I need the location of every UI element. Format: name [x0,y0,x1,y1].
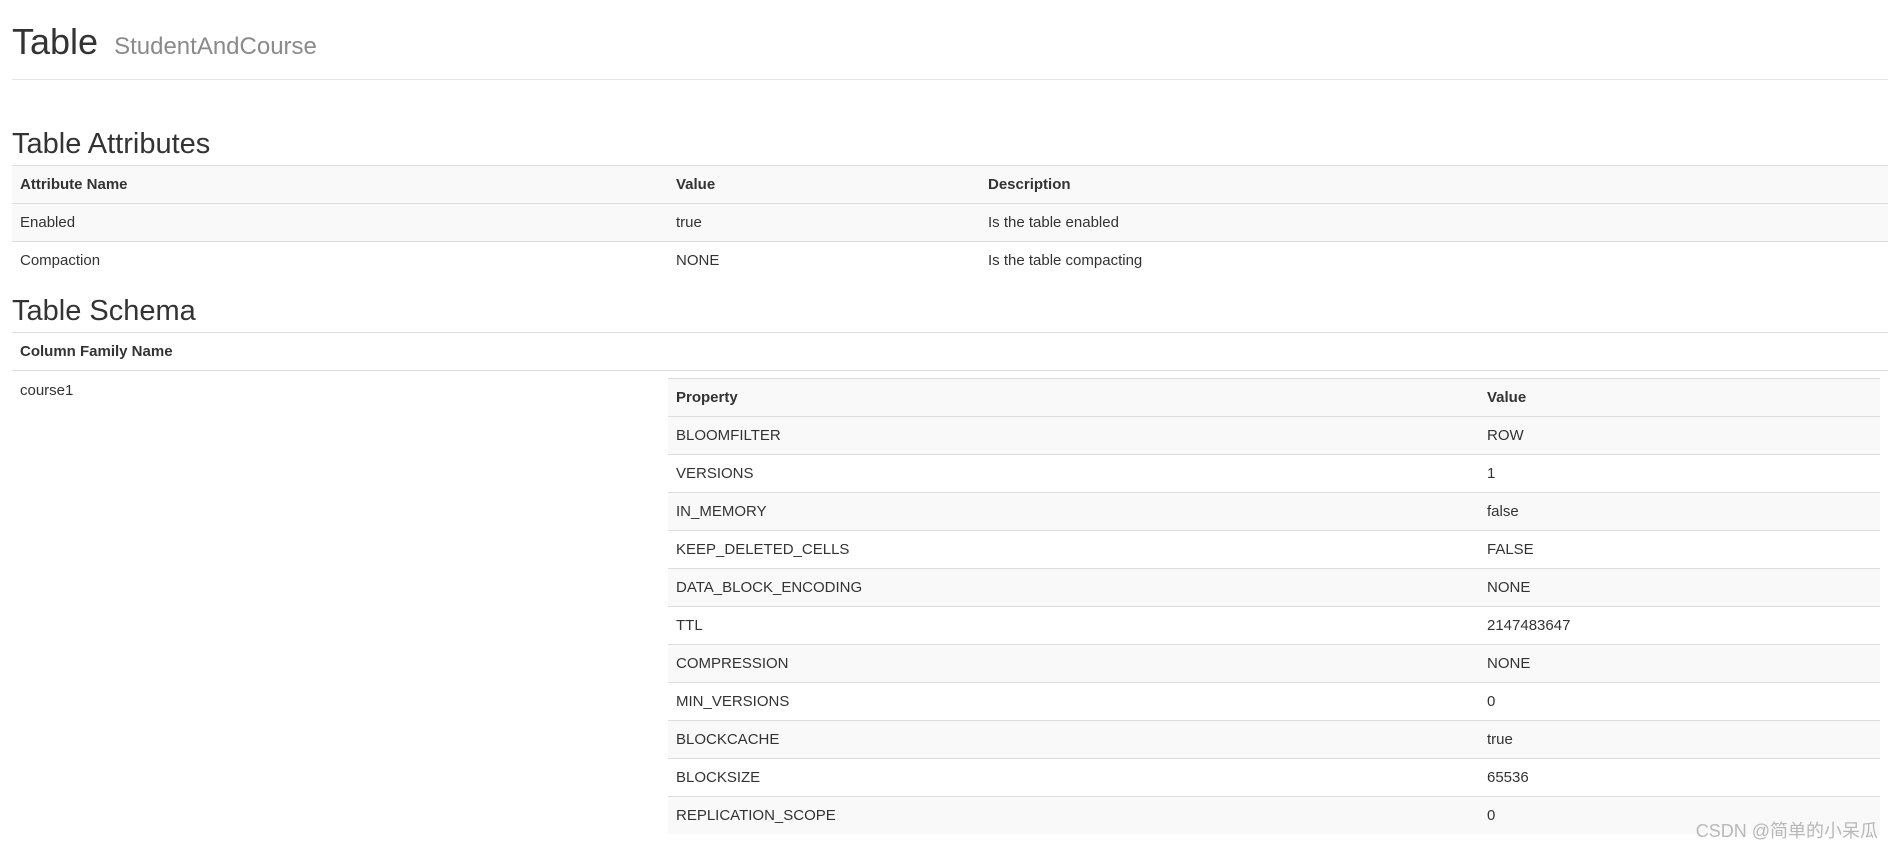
table-header-row: Column Family Name [12,331,1888,371]
column-family-properties-cell: Property Value BLOOMFILTER ROW VERSIONS 1 IN… [668,369,1888,834]
table-schema: Column Family Name course1 Property Valu… [12,331,1888,834]
table-row: BLOOMFILTER ROW [668,415,1880,454]
properties-table: Property Value BLOOMFILTER ROW VERSIONS 1 IN… [668,377,1880,834]
table-header-row: Attribute Name Value Description [12,165,1888,204]
page: Table StudentAndCourse Table Attributes … [0,0,1892,855]
property-value-cell: false [1479,491,1880,530]
table-row: COMPRESSION NONE [668,643,1880,682]
column-header-property: Property [668,377,1479,417]
column-family-row: course1 Property Value BLOOMFILTER ROW VER… [12,369,1888,834]
table-row: MIN_VERSIONS 0 [668,681,1880,720]
property-value-cell: NONE [1479,643,1880,682]
property-name-cell: BLOCKSIZE [668,757,1479,796]
page-title-main: Table [12,21,99,62]
property-name-cell: DATA_BLOCK_ENCODING [668,567,1479,606]
column-header-value: Value [1479,377,1880,417]
property-value-cell: ROW [1479,415,1880,454]
table-row: KEEP_DELETED_CELLS FALSE [668,529,1880,568]
property-name-cell: COMPRESSION [668,643,1479,682]
table-row: BLOCKSIZE 65536 [668,757,1880,796]
table-row: VERSIONS 1 [668,453,1880,492]
property-name-cell: MIN_VERSIONS [668,681,1479,720]
attribute-name-cell: Enabled [12,203,668,242]
property-value-cell: NONE [1479,567,1880,606]
attribute-value-cell: NONE [668,241,980,280]
property-name-cell: TTL [668,605,1479,644]
table-row: BLOCKCACHE true [668,719,1880,758]
column-header-description: Description [980,165,1888,204]
watermark-text: CSDN @简单的小呆瓜 [1695,821,1878,841]
page-title: Table StudentAndCourse [12,22,1888,67]
table-row: Enabled true Is the table enabled [12,203,1888,242]
page-header: Table StudentAndCourse [12,0,1888,80]
table-schema-heading: Table Schema [12,294,196,327]
property-name-cell: IN_MEMORY [668,491,1479,530]
property-name-cell: VERSIONS [668,453,1479,492]
property-value-cell: 65536 [1479,757,1880,796]
main-container: Table StudentAndCourse Table Attributes … [12,0,1888,834]
property-name-cell: BLOOMFILTER [668,415,1479,454]
property-name-cell: KEEP_DELETED_CELLS [668,529,1479,568]
attribute-value-cell: true [668,203,980,242]
property-value-cell: 1 [1479,453,1880,492]
property-value-cell: FALSE [1479,529,1880,568]
column-header-column-family-name: Column Family Name [12,331,1888,371]
attribute-description-cell: Is the table compacting [980,241,1888,280]
table-row: Compaction NONE Is the table compacting [12,241,1888,280]
table-row: IN_MEMORY false [668,491,1880,530]
attribute-name-cell: Compaction [12,241,668,280]
table-row: DATA_BLOCK_ENCODING NONE [668,567,1880,606]
attribute-description-cell: Is the table enabled [980,203,1888,242]
properties-body: BLOOMFILTER ROW VERSIONS 1 IN_MEMORY false KEE… [668,415,1880,834]
column-family-name-cell: course1 [12,369,668,834]
table-header-row: Property Value [668,377,1880,417]
table-attributes-heading: Table Attributes [12,128,211,160]
property-name-cell: BLOCKCACHE [668,719,1479,758]
property-value-cell: 0 [1479,681,1880,720]
property-value-cell: true [1479,719,1880,758]
property-value-cell: 2147483647 [1479,605,1880,644]
table-row: TTL 2147483647 [668,605,1880,644]
table-attributes: Attribute Name Value Description Enabled… [12,165,1888,280]
page-title-table-name: StudentAndCourse [114,33,317,60]
column-header-value: Value [668,165,980,204]
column-header-attribute-name: Attribute Name [12,165,668,204]
property-name-cell: REPLICATION_SCOPE [668,795,1479,834]
